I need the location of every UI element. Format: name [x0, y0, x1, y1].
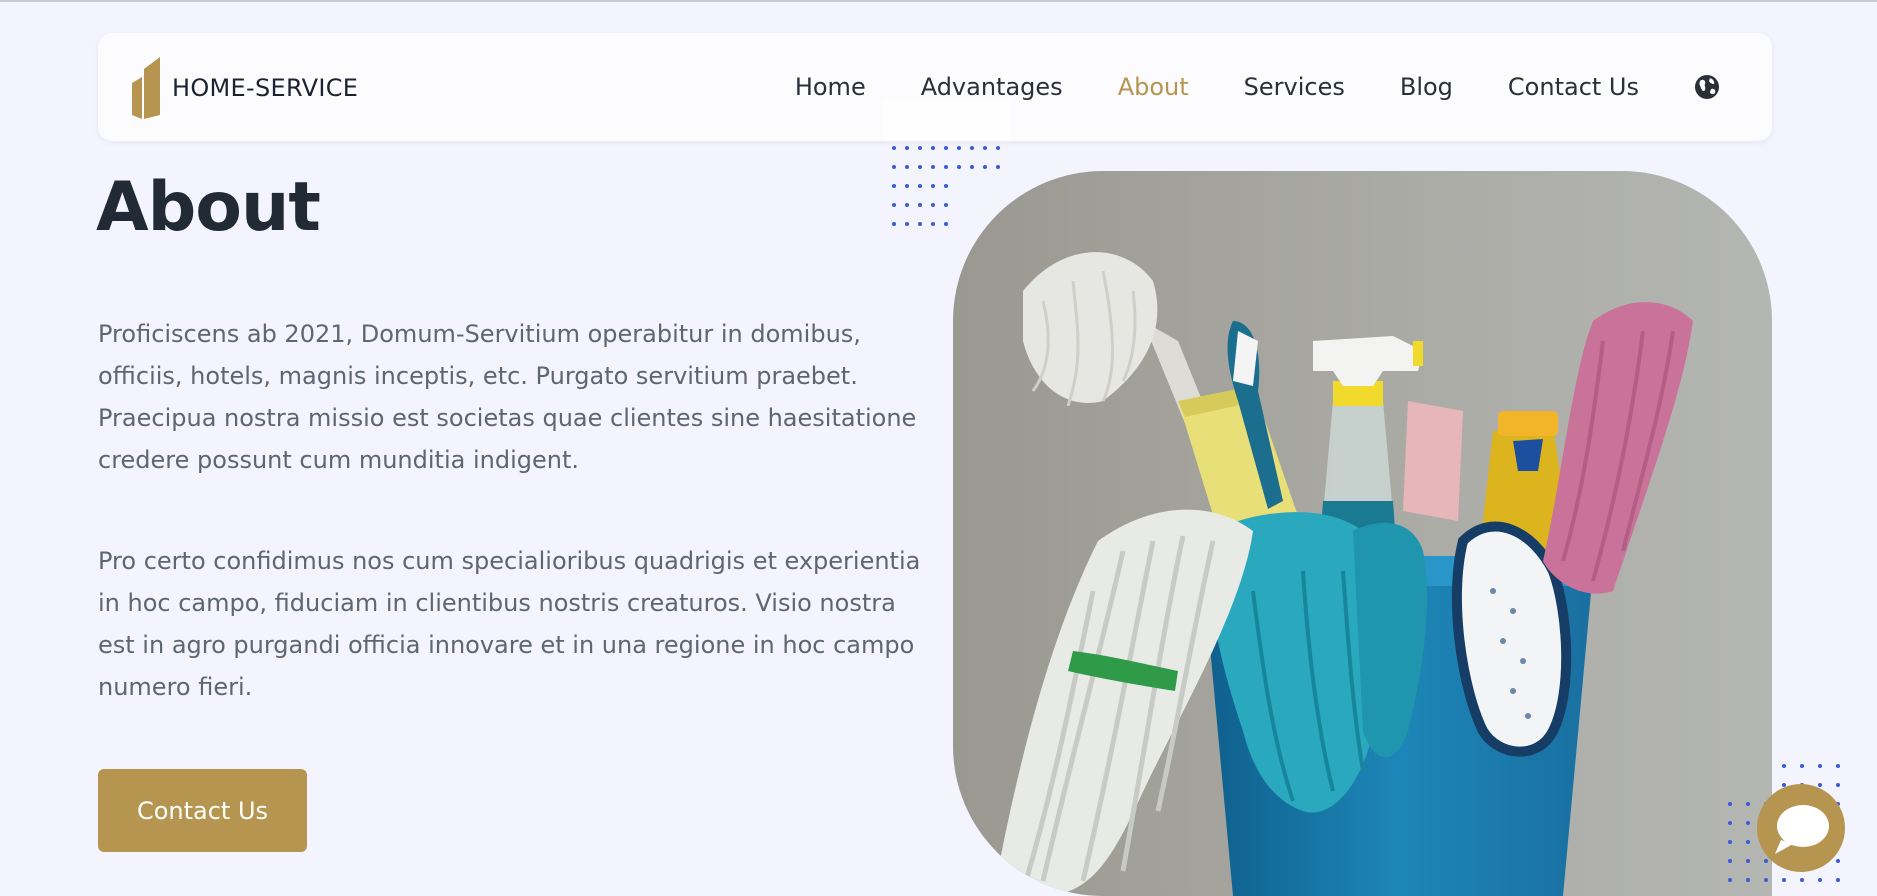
chat-bubble-icon: [1775, 805, 1829, 854]
nav-item-about[interactable]: About: [1118, 73, 1189, 101]
top-border: [0, 0, 1877, 2]
chat-button[interactable]: [1757, 784, 1845, 872]
about-paragraph-1: Proficiscens ab 2021, Domum-Servitium op…: [98, 320, 917, 474]
building-logo-icon: [132, 57, 160, 119]
page-title: About: [96, 168, 321, 247]
cleaning-supplies-image: [953, 171, 1772, 896]
nav-item-contact-us[interactable]: Contact Us: [1508, 73, 1639, 101]
brand[interactable]: HOME-SERVICE: [132, 57, 358, 119]
nav-item-blog[interactable]: Blog: [1400, 73, 1453, 101]
hero-image: [953, 171, 1772, 896]
nav-item-services[interactable]: Services: [1244, 73, 1345, 101]
nav-item-home[interactable]: Home: [795, 73, 866, 101]
contact-us-button[interactable]: Contact Us: [98, 769, 307, 852]
globe-icon[interactable]: [1694, 74, 1720, 100]
nav-item-advantages[interactable]: Advantages: [921, 73, 1063, 101]
about-paragraph-2: Pro certo confidimus nos cum specialiori…: [98, 547, 921, 701]
brand-name: HOME-SERVICE: [172, 74, 359, 102]
decorative-fade: [882, 100, 1010, 140]
